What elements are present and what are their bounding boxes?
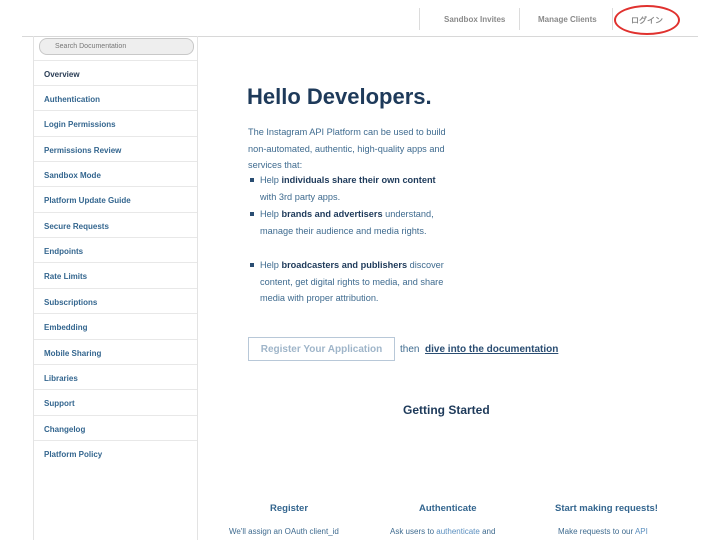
search-input[interactable]: Search Documentation <box>39 38 194 55</box>
page-title: Hello Developers. <box>247 84 432 109</box>
bullet-marker <box>250 212 254 216</box>
register-column-text: We'll assign an OAuth client_id <box>229 527 339 536</box>
getting-started-heading: Getting Started <box>403 403 490 417</box>
authenticate-link[interactable]: authenticate <box>436 527 480 536</box>
nav-divider <box>612 8 613 30</box>
top-nav: Sandbox Invites Manage Clients ログイン <box>0 0 720 36</box>
sandbox-invites-link[interactable]: Sandbox Invites <box>444 15 505 24</box>
sidebar-item-endpoints[interactable]: Endpoints <box>34 237 197 262</box>
start-requests-column-text: Make requests to our API <box>558 527 648 536</box>
sidebar-item-mobile-sharing[interactable]: Mobile Sharing <box>34 339 197 364</box>
register-application-button[interactable]: Register Your Application <box>248 337 395 361</box>
sidebar-item-sandbox-mode[interactable]: Sandbox Mode <box>34 161 197 186</box>
sidebar-item-libraries[interactable]: Libraries <box>34 364 197 389</box>
manage-clients-link[interactable]: Manage Clients <box>538 15 597 24</box>
sidebar-item-login-permissions[interactable]: Login Permissions <box>34 110 197 135</box>
start-requests-column-title: Start making requests! <box>555 503 658 514</box>
intro-paragraph: The Instagram API Platform can be used t… <box>248 127 446 170</box>
sidebar: Search Documentation Overview Authentica… <box>33 36 198 540</box>
sidebar-item-permissions-review[interactable]: Permissions Review <box>34 136 197 161</box>
sidebar-item-support[interactable]: Support <box>34 389 197 414</box>
sidebar-item-rate-limits[interactable]: Rate Limits <box>34 262 197 287</box>
sidebar-item-changelog[interactable]: Changelog <box>34 415 197 440</box>
authenticate-column-title: Authenticate <box>419 503 477 514</box>
dive-into-docs-link[interactable]: dive into the documentation <box>425 344 558 355</box>
sidebar-item-authentication[interactable]: Authentication <box>34 85 197 110</box>
sidebar-item-platform-policy[interactable]: Platform Policy <box>34 440 197 465</box>
sidebar-item-subscriptions[interactable]: Subscriptions <box>34 288 197 313</box>
bullet-marker <box>250 178 254 182</box>
api-link[interactable]: API <box>635 527 648 536</box>
sidebar-item-embedding[interactable]: Embedding <box>34 313 197 338</box>
nav-divider <box>419 8 420 30</box>
then-text: then <box>400 344 420 355</box>
authenticate-column-text: Ask users to authenticate and <box>390 527 496 536</box>
sidebar-item-platform-update-guide[interactable]: Platform Update Guide <box>34 186 197 211</box>
sidebar-item-secure-requests[interactable]: Secure Requests <box>34 212 197 237</box>
bullet-marker <box>250 263 254 267</box>
sidebar-item-overview[interactable]: Overview <box>34 60 197 85</box>
register-column-title: Register <box>270 503 309 514</box>
login-highlight-circle <box>614 5 680 35</box>
nav-divider <box>519 8 520 30</box>
